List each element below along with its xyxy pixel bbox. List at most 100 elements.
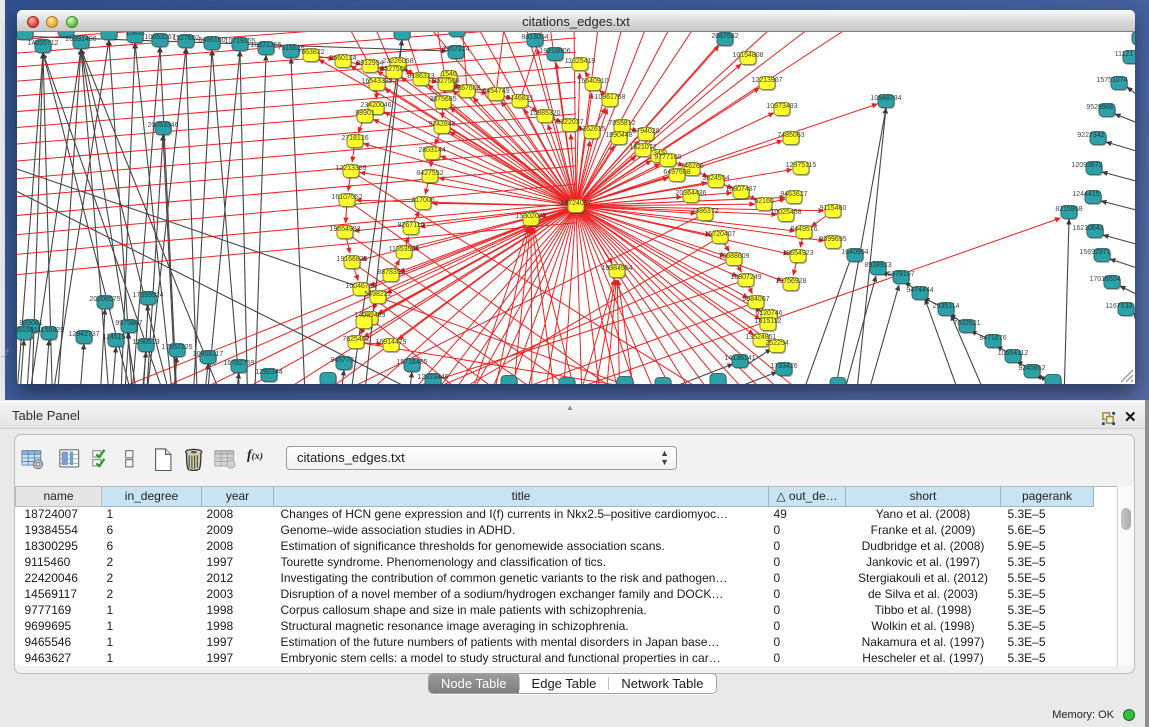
svg-text:12942737: 12942737 [68,331,99,338]
svg-text:1733426: 1733426 [770,363,797,370]
svg-text:10154808: 10154808 [732,52,763,59]
svg-text:19371: 19371 [99,32,119,34]
svg-text:14136141: 14136141 [724,355,755,362]
svg-text:20364436: 20364436 [675,190,706,197]
svg-text:19384554: 19384554 [601,265,632,272]
svg-text:1244415: 1244415 [1072,191,1099,198]
svg-text:14099489: 14099489 [354,312,385,319]
svg-text:18724007: 18724007 [560,200,591,207]
svg-text:20991406: 20991406 [65,36,96,43]
svg-text:10648784: 10648784 [870,95,901,102]
svg-text:8938923: 8938923 [864,262,891,269]
svg-text:16053809: 16053809 [386,32,417,34]
svg-text:8322037: 8322037 [556,119,583,126]
svg-text:3875685: 3875685 [429,96,456,103]
svg-text:9084067: 9084067 [742,296,769,303]
svg-text:19654923: 19654923 [782,250,813,257]
svg-text:19654983: 19654983 [329,226,360,233]
svg-text:1292344: 1292344 [255,369,282,376]
svg-text:7357224: 7357224 [442,46,469,53]
svg-text:1640954: 1640954 [841,249,868,256]
svg-text:8267110: 8267110 [398,222,425,229]
svg-text:11121: 11121 [1115,51,1134,58]
svg-text:10688609: 10688609 [718,253,749,260]
svg-text:10654112: 10654112 [998,350,1029,357]
svg-text:17957225: 17957225 [161,344,192,351]
svg-text:8186323: 8186323 [407,73,434,80]
svg-text:11353594: 11353594 [389,246,420,253]
svg-text:6794028: 6794028 [632,128,659,135]
svg-text:12923446: 12923446 [417,374,448,381]
svg-text:9975867: 9975867 [115,320,142,327]
svg-text:1145194: 1145194 [103,334,130,341]
svg-text:15692971: 15692971 [1079,249,1110,256]
svg-text:10853: 10853 [125,32,145,37]
svg-text:1527602: 1527602 [172,35,199,42]
svg-text:10046788: 10046788 [345,283,376,290]
svg-text:10807487: 10807487 [725,186,756,193]
svg-text:7485063: 7485063 [777,132,804,139]
svg-text:6497568: 6497568 [663,169,690,176]
svg-text:7386372: 7386372 [691,208,718,215]
svg-text:3824554: 3824554 [702,175,729,182]
svg-text:6120746: 6120746 [755,310,782,317]
svg-text:14055712: 14055712 [27,40,58,47]
svg-text:10961758: 10961758 [594,94,625,101]
svg-text:9245652: 9245652 [1018,365,1045,372]
svg-text:9115460: 9115460 [820,205,847,212]
svg-text:16543382: 16543382 [361,78,392,85]
svg-text:835061: 835061 [19,320,42,327]
svg-text:8471676: 8471676 [979,335,1006,342]
svg-text:12093872: 12093872 [1071,162,1102,169]
svg-text:20206575: 20206575 [89,296,120,303]
svg-text:9699695: 9699695 [819,236,846,243]
svg-text:1290513: 1290513 [132,339,159,346]
svg-text:23420046: 23420046 [360,102,391,109]
svg-text:7632621: 7632621 [953,320,980,327]
svg-text:62160: 62160 [754,198,774,205]
svg-text:12975115: 12975115 [786,162,817,169]
svg-text:2803144: 2803144 [418,147,445,154]
svg-text:1990448: 1990448 [605,132,632,139]
svg-text:15885320: 15885320 [529,110,560,117]
svg-text:15720407: 15720407 [704,231,735,238]
svg-text:20053346: 20053346 [147,122,178,129]
svg-text:19756928: 19756928 [775,278,806,285]
svg-text:1546: 1546 [441,71,457,78]
svg-text:98901: 98901 [355,110,375,117]
svg-text:16107552: 16107552 [331,194,362,201]
svg-text:9527500: 9527500 [380,66,407,73]
svg-text:10973493: 10973493 [766,103,797,110]
svg-text:10653267: 10653267 [144,34,175,41]
svg-text:9527508: 9527508 [432,78,459,85]
svg-text:9146821: 9146821 [506,95,533,102]
svg-text:18807249: 18807249 [730,274,761,281]
svg-text:5498222: 5498222 [364,291,391,298]
svg-text:6879197: 6879197 [887,271,914,278]
svg-text:252254: 252254 [765,340,788,347]
svg-text:1362615: 1362615 [578,126,605,133]
svg-text:2087682: 2087682 [711,33,738,40]
svg-text:9242848: 9242848 [428,121,455,128]
svg-text:16640910: 16640910 [577,78,608,85]
svg-text:2718126: 2718126 [341,135,368,142]
svg-text:9529966: 9529966 [1086,104,1113,111]
svg-text:1615112: 1615112 [755,318,782,325]
svg-text:9227342: 9227342 [1077,132,1104,139]
svg-text:7625402: 7625402 [342,336,369,343]
svg-text:9474444: 9474444 [906,287,933,294]
svg-text:17016504: 17016504 [1089,276,1120,283]
svg-text:15302023: 15302023 [515,213,546,220]
svg-text:19218506: 19218506 [539,48,570,55]
svg-text:7663822: 7663822 [297,49,324,56]
svg-text:16782759: 16782759 [223,360,254,367]
svg-text:16210643: 16210643 [1072,225,1103,232]
svg-text:9777169: 9777169 [654,154,681,161]
svg-text:8660124: 8660124 [329,55,356,62]
svg-text:8215958: 8215958 [1055,206,1082,213]
svg-text:12213967: 12213967 [751,77,782,84]
svg-text:16914479: 16914479 [375,339,406,346]
svg-text:12213389: 12213389 [335,165,366,172]
svg-text:8427552: 8427552 [416,170,443,177]
svg-text:9463627: 9463627 [780,191,807,198]
